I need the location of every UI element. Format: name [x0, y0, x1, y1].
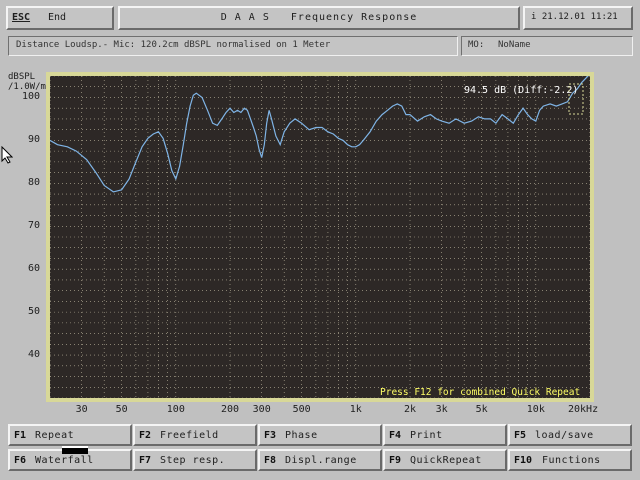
- y-axis-label: dBSPL /1.0W/m: [8, 72, 46, 92]
- mo-value: NoName: [498, 40, 531, 50]
- fkey-label: Waterfall: [35, 455, 94, 466]
- y-tick-label: 60: [27, 263, 40, 275]
- fkey-label: QuickRepeat: [410, 455, 482, 466]
- x-tick-label: 10k: [526, 404, 545, 415]
- fkey-label: Repeat: [35, 430, 75, 441]
- y-tick-label: 90: [27, 134, 40, 146]
- frequency-response-chart: 94.5 dB (Diff:-2.2) Press F12 for combin…: [50, 76, 590, 398]
- fkey-key: F10: [514, 455, 533, 466]
- x-tick-label: 500: [292, 404, 311, 415]
- fkey-key: F7: [139, 455, 152, 466]
- fkey-key: F6: [14, 455, 27, 466]
- x-tick-label: 100: [166, 404, 185, 415]
- x-tick-label: 20kHz: [568, 404, 599, 415]
- fkey-f2-button[interactable]: F2 Freefield: [133, 424, 257, 446]
- fkey-f4-button[interactable]: F4 Print: [383, 424, 507, 446]
- fkey-label: Freefield: [160, 430, 219, 441]
- x-tick-label: 300: [252, 404, 271, 415]
- x-tick-label: 30: [75, 404, 88, 415]
- plot-frame: 94.5 dB (Diff:-2.2) Press F12 for combin…: [46, 72, 594, 402]
- fkey-key: F5: [514, 430, 527, 441]
- fkey-label: Phase: [285, 430, 318, 441]
- mo-label: MO:: [468, 40, 485, 50]
- fkey-key: F3: [264, 430, 277, 441]
- fkey-f7-button[interactable]: F7 Step resp.: [133, 449, 257, 471]
- fkey-label: Step resp.: [160, 455, 226, 466]
- x-tick-label: 3k: [435, 404, 448, 415]
- x-tick-label: 1k: [349, 404, 362, 415]
- app-title: D A A S Frequency Response: [220, 12, 418, 23]
- fkey-f9-button[interactable]: F9 QuickRepeat: [383, 449, 507, 471]
- y-tick-label: 80: [27, 177, 40, 189]
- datetime-box: i 21.12.01 11:21: [523, 6, 633, 30]
- y-tick-label: 100: [21, 91, 40, 103]
- fkey-f8-button[interactable]: F8 Displ.range: [258, 449, 382, 471]
- quick-repeat-hint: Press F12 for combined Quick Repeat: [380, 387, 580, 398]
- datetime-text: i 21.12.01 11:21: [531, 12, 618, 22]
- esc-key-label: ESC: [12, 12, 31, 23]
- x-tick-label: 2k: [403, 404, 417, 415]
- fkey-key: F2: [139, 430, 152, 441]
- fkey-label: Print: [410, 430, 443, 441]
- fkey-key: F1: [14, 430, 27, 441]
- fkey-label: Displ.range: [285, 455, 357, 466]
- y-tick-label: 40: [27, 349, 40, 361]
- fkey-key: F8: [264, 455, 277, 466]
- title-bar: D A A S Frequency Response: [118, 6, 520, 30]
- fkey-f10-button[interactable]: F10 Functions: [508, 449, 632, 471]
- measurement-info: Distance Loudsp.- Mic: 120.2cm dBSPL nor…: [8, 36, 458, 56]
- y-tick-label: 70: [27, 220, 40, 232]
- fkey-label: load/save: [535, 430, 594, 441]
- y-tick-label: 50: [27, 306, 40, 318]
- model-name-field: MO: NoName: [461, 36, 633, 56]
- fkey-key: F9: [389, 455, 402, 466]
- fkey-f3-button[interactable]: F3 Phase: [258, 424, 382, 446]
- focus-indicator: [62, 446, 88, 454]
- level-readout: 94.5 dB (Diff:-2.2): [464, 85, 578, 96]
- fkey-key: F4: [389, 430, 402, 441]
- x-tick-label: 200: [220, 404, 240, 415]
- mouse-pointer-icon: [1, 146, 13, 164]
- fkey-label: Functions: [542, 455, 601, 466]
- x-tick-label: 50: [115, 404, 128, 415]
- measurement-description: Distance Loudsp.- Mic: 120.2cm dBSPL nor…: [16, 40, 331, 50]
- end-button[interactable]: ESC End: [6, 6, 114, 30]
- fkey-f5-button[interactable]: F5 load/save: [508, 424, 632, 446]
- end-label: End: [48, 12, 67, 23]
- x-tick-label: 5k: [475, 404, 488, 415]
- fkey-f1-button[interactable]: F1 Repeat: [8, 424, 132, 446]
